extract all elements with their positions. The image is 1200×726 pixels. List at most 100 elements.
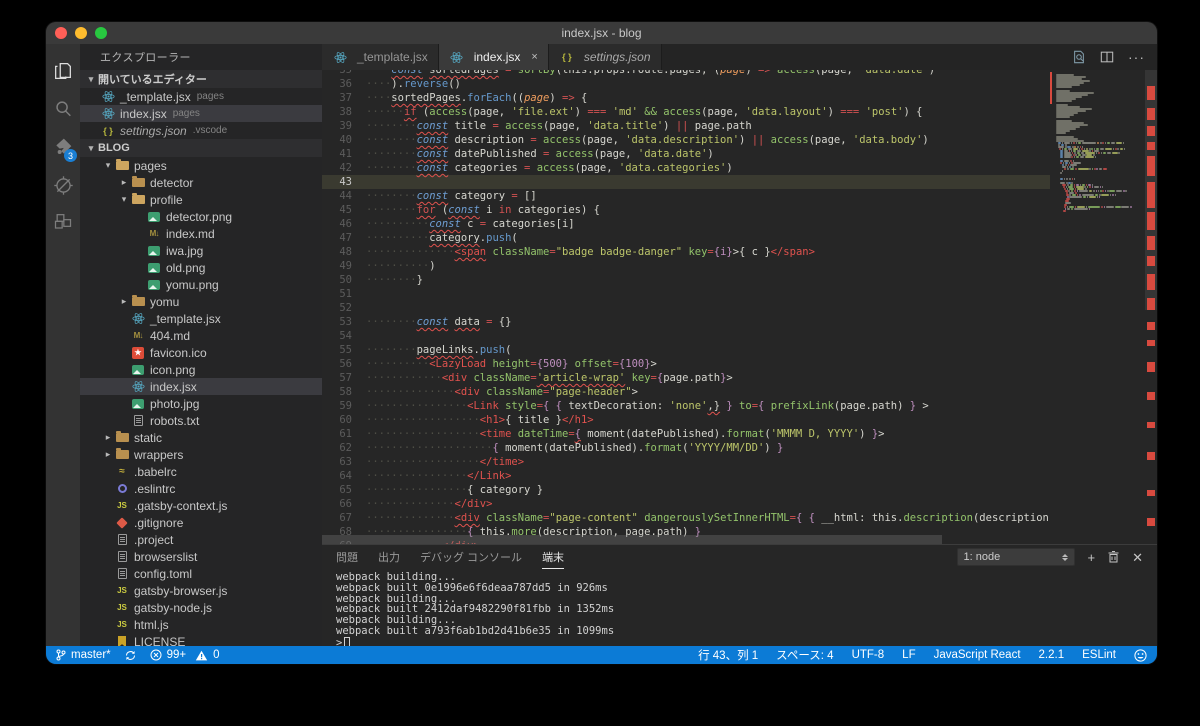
- tab-settings.json[interactable]: { }settings.json: [549, 44, 662, 70]
- tree-item-browserslist[interactable]: browserslist: [80, 548, 322, 565]
- activity-search-button[interactable]: [46, 90, 80, 128]
- code-line-37[interactable]: 37····sortedPages.forEach((page) => {: [322, 91, 1050, 105]
- sync-indicator[interactable]: [125, 650, 136, 661]
- code-line-43[interactable]: 43: [322, 175, 1050, 189]
- activity-debug-button[interactable]: [46, 166, 80, 204]
- tree-item-yomu[interactable]: ▸yomu: [80, 293, 322, 310]
- code-line-48[interactable]: 48··············<span className="badge b…: [322, 245, 1050, 259]
- tab-index.jsx[interactable]: index.jsx×: [439, 44, 549, 70]
- code-line-64[interactable]: 64················</Link>: [322, 469, 1050, 483]
- tree-item-LICENSE[interactable]: LICENSE: [80, 633, 322, 646]
- status-eslint[interactable]: ESLint: [1082, 649, 1116, 661]
- tree-item-icon.png[interactable]: icon.png: [80, 361, 322, 378]
- tree-item-config.toml[interactable]: config.toml: [80, 565, 322, 582]
- overview-ruler[interactable]: [1145, 70, 1157, 544]
- tree-item-.eslintrc[interactable]: .eslintrc: [80, 480, 322, 497]
- open-editor-_template.jsx[interactable]: _template.jsxpages: [80, 88, 322, 105]
- terminal-output[interactable]: webpack building...webpack built 0e1996e…: [322, 569, 1157, 646]
- minimize-window-button[interactable]: [75, 27, 87, 39]
- zoom-window-button[interactable]: [95, 27, 107, 39]
- panel-tab-デバッグ コンソール[interactable]: デバッグ コンソール: [420, 545, 522, 569]
- feedback-smiley-icon[interactable]: [1134, 649, 1147, 662]
- status--43-1[interactable]: 行 43、列 1: [698, 647, 758, 663]
- status-javascript-react[interactable]: JavaScript React: [934, 649, 1021, 661]
- code-line-63[interactable]: 63··················</time>: [322, 455, 1050, 469]
- code-line-61[interactable]: 61··················<time dateTime={ mom…: [322, 427, 1050, 441]
- open-preview-icon[interactable]: [1072, 50, 1086, 64]
- code-line-52[interactable]: 52: [322, 301, 1050, 315]
- code-line-39[interactable]: 39········const title = access(page, 'da…: [322, 119, 1050, 133]
- code-line-60[interactable]: 60··················<h1>{ title }</h1>: [322, 413, 1050, 427]
- tree-item-profile[interactable]: ▾profile: [80, 191, 322, 208]
- tree-item-.project[interactable]: .project: [80, 531, 322, 548]
- close-panel-button[interactable]: ✕: [1132, 551, 1143, 564]
- tree-item-wrappers[interactable]: ▸wrappers: [80, 446, 322, 463]
- split-editor-icon[interactable]: [1100, 50, 1114, 64]
- tree-item-robots.txt[interactable]: robots.txt: [80, 412, 322, 429]
- activity-extensions-button[interactable]: [46, 204, 80, 242]
- code-line-40[interactable]: 40········const description = access(pag…: [322, 133, 1050, 147]
- tree-item-photo.jpg[interactable]: photo.jpg: [80, 395, 322, 412]
- code-line-59[interactable]: 59················<Link style={ { textDe…: [322, 399, 1050, 413]
- code-line-65[interactable]: 65················{ category }: [322, 483, 1050, 497]
- code-line-57[interactable]: 57············<div className='article-wr…: [322, 371, 1050, 385]
- code-line-44[interactable]: 44········const category = []: [322, 189, 1050, 203]
- status-lf[interactable]: LF: [902, 649, 915, 661]
- horizontal-scrollbar[interactable]: [322, 535, 942, 544]
- terminal-prompt[interactable]: >: [336, 637, 1157, 646]
- panel-tab-問題[interactable]: 問題: [336, 545, 358, 569]
- code-line-46[interactable]: 46··········const c = categories[i]: [322, 217, 1050, 231]
- code-line-42[interactable]: 42········const categories = access(page…: [322, 161, 1050, 175]
- tree-item-old.png[interactable]: old.png: [80, 259, 322, 276]
- tree-item-iwa.jpg[interactable]: iwa.jpg: [80, 242, 322, 259]
- activity-source-control-button[interactable]: 3: [46, 128, 80, 166]
- code-line-67[interactable]: 67··············<div className="page-con…: [322, 511, 1050, 525]
- tree-item-index.md[interactable]: M↓index.md: [80, 225, 322, 242]
- code-line-53[interactable]: 53········const data = {}: [322, 315, 1050, 329]
- tree-item-.babelrc[interactable]: ≈.babelrc: [80, 463, 322, 480]
- code-line-38[interactable]: 38······if (access(page, 'file.ext') ===…: [322, 105, 1050, 119]
- code-line-51[interactable]: 51: [322, 287, 1050, 301]
- kill-terminal-button[interactable]: [1108, 551, 1119, 563]
- code-line-35[interactable]: 35····const sortedPages = sortBy(this.pr…: [322, 70, 1050, 77]
- titlebar[interactable]: index.jsx - blog: [46, 22, 1157, 44]
- tree-item-detector.png[interactable]: detector.png: [80, 208, 322, 225]
- code-line-66[interactable]: 66··············</div>: [322, 497, 1050, 511]
- tree-item-index.jsx[interactable]: index.jsx: [80, 378, 322, 395]
- terminal-select[interactable]: 1: node: [957, 548, 1075, 566]
- close-tab-icon[interactable]: ×: [531, 51, 537, 63]
- code-line-45[interactable]: 45········for (const i in categories) {: [322, 203, 1050, 217]
- tab-_template.jsx[interactable]: _template.jsx: [322, 44, 439, 70]
- code-line-62[interactable]: 62····················{ moment(datePubli…: [322, 441, 1050, 455]
- tree-item-static[interactable]: ▸static: [80, 429, 322, 446]
- open-editors-header[interactable]: ▾ 開いているエディター: [80, 70, 322, 88]
- tree-item-pages[interactable]: ▾pages: [80, 157, 322, 174]
- close-window-button[interactable]: [55, 27, 67, 39]
- code-line-47[interactable]: 47··········category.push(: [322, 231, 1050, 245]
- code-line-56[interactable]: 56··········<LazyLoad height={500} offse…: [322, 357, 1050, 371]
- status-utf-8[interactable]: UTF-8: [852, 649, 885, 661]
- new-terminal-button[interactable]: +: [1088, 551, 1096, 564]
- tree-item-detector[interactable]: ▸detector: [80, 174, 322, 191]
- status-2-2-1[interactable]: 2.2.1: [1039, 649, 1065, 661]
- panel-tab-端末[interactable]: 端末: [542, 545, 564, 569]
- minimap[interactable]: [1050, 70, 1145, 544]
- tree-item-.gitignore[interactable]: .gitignore: [80, 514, 322, 531]
- activity-explorer-button[interactable]: [46, 52, 80, 90]
- tree-item-_template.jsx[interactable]: _template.jsx: [80, 310, 322, 327]
- more-actions-icon[interactable]: ···: [1128, 49, 1145, 65]
- panel-tab-出力[interactable]: 出力: [378, 545, 400, 569]
- code-line-50[interactable]: 50········}: [322, 273, 1050, 287]
- code-line-41[interactable]: 41········const datePublished = access(p…: [322, 147, 1050, 161]
- tree-item-404.md[interactable]: M↓404.md: [80, 327, 322, 344]
- tree-item-gatsby-node.js[interactable]: JSgatsby-node.js: [80, 599, 322, 616]
- code-line-54[interactable]: 54: [322, 329, 1050, 343]
- code-line-36[interactable]: 36····).reverse(): [322, 77, 1050, 91]
- status--4[interactable]: スペース: 4: [776, 647, 833, 663]
- tree-item-gatsby-browser.js[interactable]: JSgatsby-browser.js: [80, 582, 322, 599]
- code-editor[interactable]: 35····const sortedPages = sortBy(this.pr…: [322, 70, 1157, 544]
- folder-root-header[interactable]: ▾ BLOG: [80, 139, 322, 157]
- problems-indicator[interactable]: 99+ 0: [150, 649, 220, 661]
- git-branch-indicator[interactable]: master*: [56, 649, 111, 661]
- tree-item-.gatsby-context.js[interactable]: JS.gatsby-context.js: [80, 497, 322, 514]
